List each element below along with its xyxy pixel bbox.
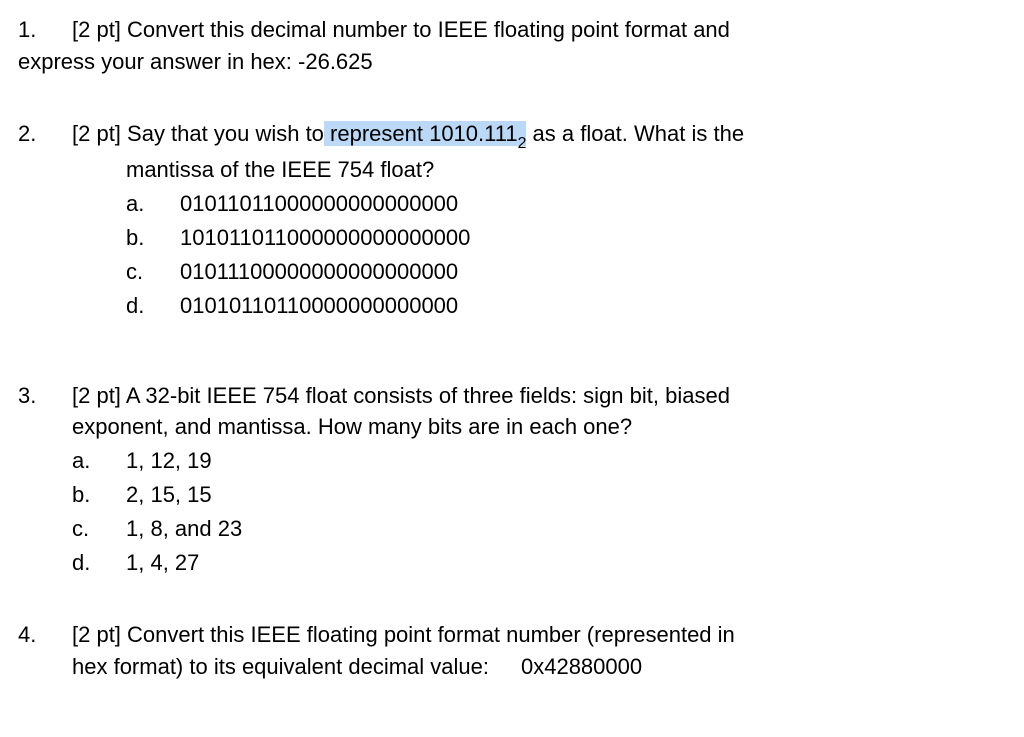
question-3-option: d.1, 4, 27 xyxy=(72,547,1006,579)
question-3-line1: [2 pt] A 32-bit IEEE 754 float consists … xyxy=(72,383,730,408)
question-4-value: 0x42880000 xyxy=(521,654,642,679)
question-3-number: 3. xyxy=(18,380,72,412)
question-2-number: 2. xyxy=(18,118,72,150)
question-3: 3. [2 pt] A 32-bit IEEE 754 float consis… xyxy=(18,380,1006,579)
question-1-line1: [2 pt] Convert this decimal number to IE… xyxy=(72,17,730,42)
question-3-option: a.1, 12, 19 xyxy=(72,445,1006,477)
question-4: 4. [2 pt] Convert this IEEE floating poi… xyxy=(18,619,1006,683)
question-1-row: 1. [2 pt] Convert this decimal number to… xyxy=(18,14,1006,46)
question-3-body: [2 pt] A 32-bit IEEE 754 float consists … xyxy=(72,380,1006,412)
question-2-line2: mantissa of the IEEE 754 float? xyxy=(18,154,1006,186)
question-3-option-letter: a. xyxy=(72,445,126,477)
question-3-option-text: 1, 8, and 23 xyxy=(126,513,1006,545)
question-3-option-letter: d. xyxy=(72,547,126,579)
question-2-option-letter: d. xyxy=(126,290,180,322)
question-4-body: [2 pt] Convert this IEEE floating point … xyxy=(72,619,952,683)
question-2-line1-a: [2 pt] Say that you wish to xyxy=(72,121,324,146)
question-3-option-letter: c. xyxy=(72,513,126,545)
question-3-option: c.1, 8, and 23 xyxy=(72,513,1006,545)
question-3-option-letter: b. xyxy=(72,479,126,511)
question-1: 1. [2 pt] Convert this decimal number to… xyxy=(18,14,1006,78)
question-2-option-letter: b. xyxy=(126,222,180,254)
question-2-line1-b: as a float. What is the xyxy=(526,121,744,146)
question-4-line1: [2 pt] Convert this IEEE floating point … xyxy=(72,622,735,647)
question-2-highlight: represent 1010.1112 xyxy=(324,121,526,146)
question-2-option-text: 101011011000000000000000 xyxy=(180,222,1006,254)
question-2-subscript: 2 xyxy=(518,135,527,152)
question-2-body: [2 pt] Say that you wish to represent 10… xyxy=(72,118,1006,154)
question-3-line2: exponent, and mantissa. How many bits ar… xyxy=(18,411,1006,443)
question-2-highlight-text: represent 1010.111 xyxy=(324,121,518,146)
question-4-number: 4. xyxy=(18,619,72,651)
question-4-row: 4. [2 pt] Convert this IEEE floating poi… xyxy=(18,619,1006,683)
question-1-number: 1. xyxy=(18,14,72,46)
question-1-body: [2 pt] Convert this decimal number to IE… xyxy=(72,14,1006,46)
question-2-option-text: 01010110110000000000000 xyxy=(180,290,1006,322)
question-4-line2a: hex format) to its equivalent decimal va… xyxy=(72,654,489,679)
question-3-option-text: 1, 4, 27 xyxy=(126,547,1006,579)
question-2-option-text: 01011011000000000000000 xyxy=(180,188,1006,220)
question-2-row: 2. [2 pt] Say that you wish to represent… xyxy=(18,118,1006,154)
question-3-row: 3. [2 pt] A 32-bit IEEE 754 float consis… xyxy=(18,380,1006,412)
question-2: 2. [2 pt] Say that you wish to represent… xyxy=(18,118,1006,322)
question-3-option-text: 1, 12, 19 xyxy=(126,445,1006,477)
question-3-options: a.1, 12, 19b.2, 15, 15c.1, 8, and 23d.1,… xyxy=(18,445,1006,579)
question-2-option-text: 01011100000000000000000 xyxy=(180,256,1006,288)
question-2-option: d.01010110110000000000000 xyxy=(126,290,1006,322)
question-1-line2: express your answer in hex: -26.625 xyxy=(18,46,1006,78)
question-3-option-text: 2, 15, 15 xyxy=(126,479,1006,511)
question-2-option: c.01011100000000000000000 xyxy=(126,256,1006,288)
question-2-option-letter: a. xyxy=(126,188,180,220)
question-3-option: b.2, 15, 15 xyxy=(72,479,1006,511)
question-2-options: a.01011011000000000000000b.1010110110000… xyxy=(18,188,1006,322)
question-2-option: b.101011011000000000000000 xyxy=(126,222,1006,254)
question-2-option: a.01011011000000000000000 xyxy=(126,188,1006,220)
question-2-option-letter: c. xyxy=(126,256,180,288)
